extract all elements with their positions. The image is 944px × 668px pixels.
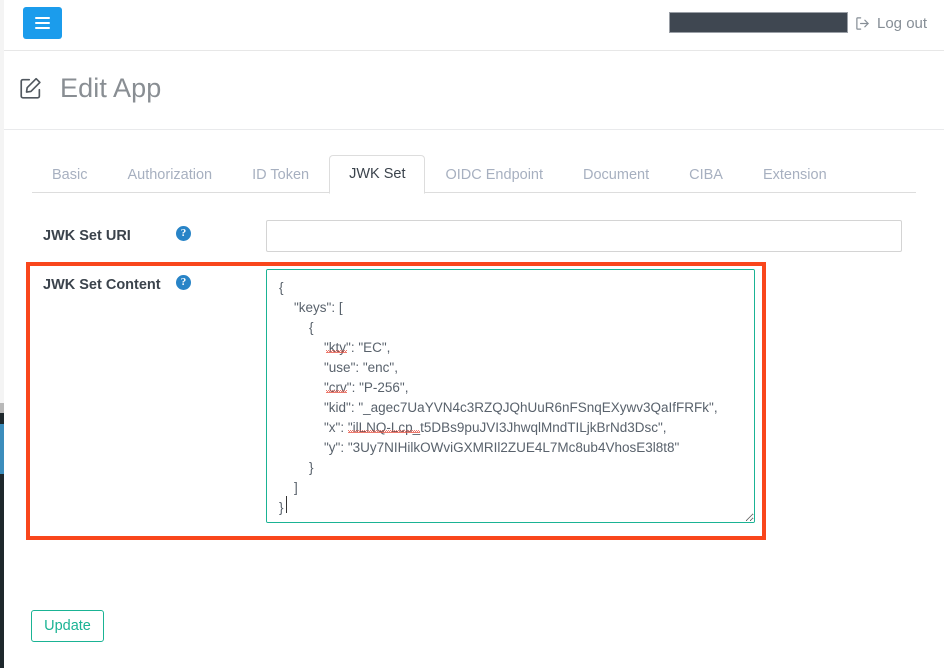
page-title: Edit App [60,73,161,104]
hamburger-menu-button[interactable] [23,7,62,39]
redacted-user-name [669,12,848,33]
jwk-set-uri-label: JWK Set URI [43,228,131,244]
tab-extension[interactable]: Extension [743,156,847,194]
top-navbar: Log out [4,0,944,51]
jwk-set-content-help-wrapper: ? [176,272,191,290]
sidebar-sliver-dark-upper [0,413,4,424]
tab-ciba[interactable]: CIBA [669,156,743,194]
tab-bar: Basic Authorization ID Token JWK Set OID… [32,155,916,193]
sidebar-sliver-dark-lower [0,474,4,668]
page-title-row: Edit App [18,73,161,104]
logout-label: Log out [877,15,927,32]
tab-basic[interactable]: Basic [32,156,107,194]
question-circle-icon[interactable]: ? [176,226,191,241]
app-page: Log out Edit App Basic Authorization ID … [0,0,944,668]
tab-jwk-set[interactable]: JWK Set [329,155,425,194]
hamburger-menu-icon [35,17,50,29]
sidebar-sliver-active-item[interactable] [0,424,4,474]
tab-authorization[interactable]: Authorization [107,156,232,194]
content-header: Edit App [4,51,944,130]
jwk-set-content-textarea[interactable] [266,269,755,523]
jwk-set-uri-help-wrapper: ? [176,223,191,241]
tab-id-token[interactable]: ID Token [232,156,329,194]
question-circle-icon[interactable]: ? [176,275,191,290]
jwk-set-content-label: JWK Set Content [43,277,161,293]
jwk-set-uri-input[interactable] [266,220,902,252]
update-button[interactable]: Update [31,610,104,642]
sign-out-icon [855,16,870,31]
tab-oidc-endpoint[interactable]: OIDC Endpoint [425,156,563,194]
tab-document[interactable]: Document [563,156,669,194]
sidebar-sliver-divider [0,403,4,413]
text-caret [286,496,287,513]
tab-list: Basic Authorization ID Token JWK Set OID… [32,155,916,193]
edit-pencil-square-icon [18,76,43,101]
logout-link[interactable]: Log out [855,12,927,34]
